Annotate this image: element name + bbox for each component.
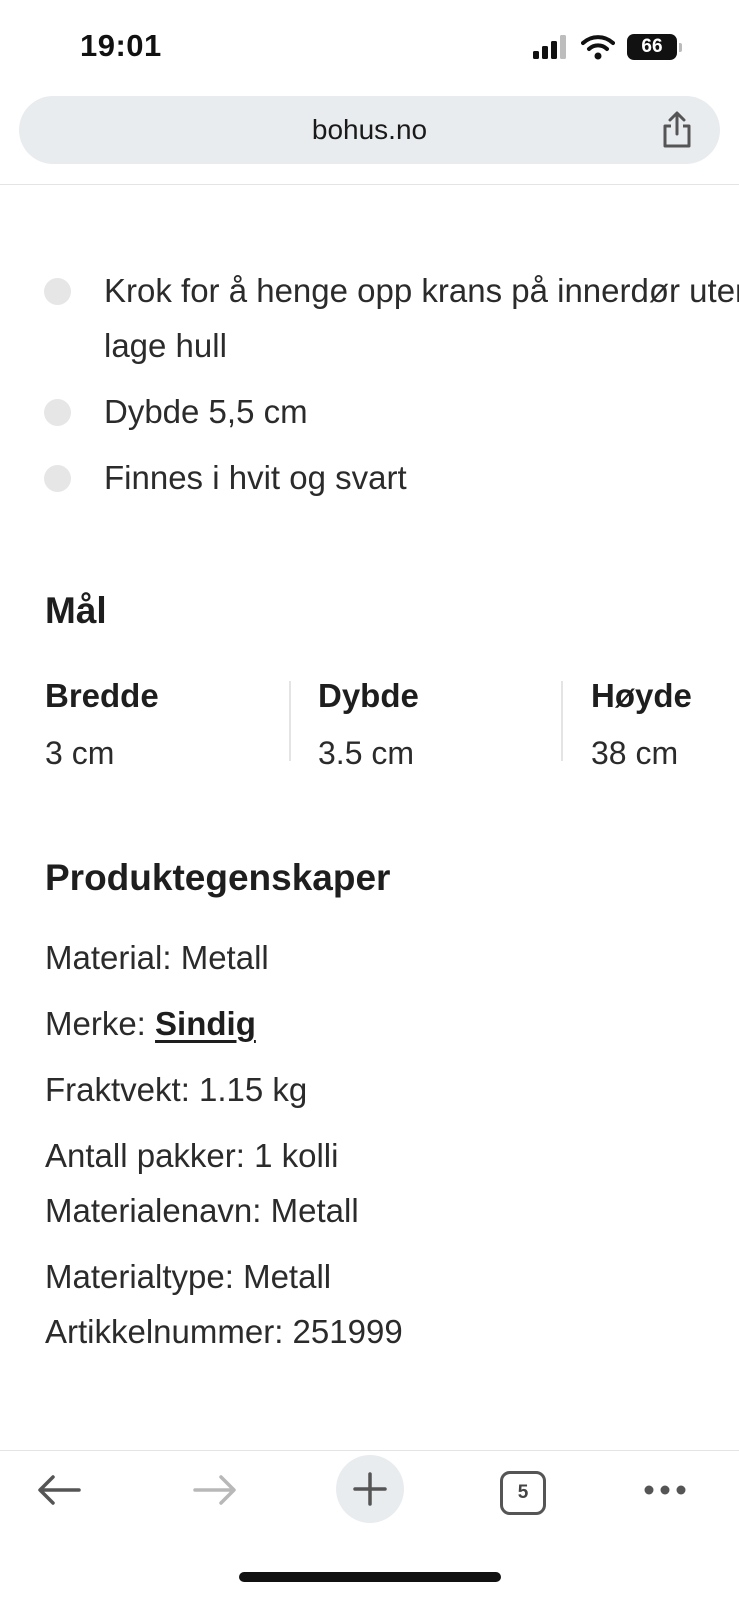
brand-label: Merke:	[45, 1005, 156, 1042]
property-material-name: Materialenavn: Metall	[45, 1192, 359, 1229]
bullet-dot-icon	[44, 278, 71, 305]
dimension-label: Høyde	[591, 677, 692, 714]
dimension-value: 38 cm	[591, 735, 679, 771]
dimension-divider	[289, 681, 291, 761]
dimension-depth: Dybde 3.5 cm	[318, 677, 419, 772]
plus-icon	[353, 1472, 387, 1506]
dimension-height: Høyde 38 cm	[591, 677, 692, 772]
url-text[interactable]: bohus.no	[19, 114, 720, 146]
list-item: Krok for å henge opp krans på innerdør u…	[44, 263, 739, 373]
properties-heading: Produktegenskaper	[45, 857, 391, 898]
dimension-label: Dybde	[318, 677, 419, 714]
feature-text: Dybde 5,5 cm	[104, 393, 308, 430]
status-time: 19:01	[80, 28, 162, 63]
property-article-number: Artikkelnummer: 251999	[45, 1313, 403, 1350]
status-bar: 19:01 66	[0, 0, 739, 95]
list-item: Dybde 5,5 cm	[44, 384, 739, 439]
address-bar[interactable]: bohus.no	[19, 96, 720, 164]
properties-list: Material: Metall Merke: Sindig Fraktvekt…	[45, 930, 725, 1359]
battery-icon: 66	[627, 34, 682, 60]
more-dots-icon	[644, 1485, 686, 1495]
home-indicator	[239, 1572, 501, 1582]
arrow-right-icon	[193, 1475, 236, 1505]
cellular-signal-icon	[533, 35, 566, 59]
bullet-dot-icon	[44, 465, 71, 492]
feature-list: Krok for å henge opp krans på innerdør u…	[44, 263, 739, 516]
dimension-width: Bredde 3 cm	[45, 677, 159, 772]
page-content[interactable]: Krok for å henge opp krans på innerdør u…	[0, 185, 739, 1450]
dimensions-row: Bredde 3 cm Dybde 3.5 cm Høyde 38 cm	[45, 677, 739, 771]
feature-text: Krok for å henge opp krans på innerdør u…	[104, 272, 739, 364]
dimension-label: Bredde	[45, 677, 159, 714]
property-material: Material: Metall	[45, 939, 269, 976]
bullet-dot-icon	[44, 399, 71, 426]
list-item: Finnes i hvit og svart	[44, 450, 739, 505]
dimension-value: 3 cm	[45, 735, 115, 771]
dimension-divider	[561, 681, 563, 761]
property-packages: Antall pakker: 1 kolli	[45, 1137, 339, 1174]
share-icon[interactable]	[658, 110, 696, 150]
property-shipping-weight: Fraktvekt: 1.15 kg	[45, 1071, 308, 1108]
back-button[interactable]	[34, 1465, 84, 1515]
property-material-type: Materialtype: Metall	[45, 1258, 332, 1295]
dimensions-heading: Mål	[45, 590, 107, 631]
forward-button[interactable]	[190, 1465, 240, 1515]
dimension-value: 3.5 cm	[318, 735, 415, 771]
more-button[interactable]	[640, 1465, 690, 1515]
arrow-left-icon	[38, 1475, 81, 1505]
brand-link[interactable]: Sindig	[155, 1005, 256, 1042]
feature-text: Finnes i hvit og svart	[104, 459, 407, 496]
property-brand: Merke: Sindig	[45, 996, 725, 1051]
new-tab-button[interactable]	[336, 1455, 404, 1523]
wifi-icon	[581, 35, 615, 60]
status-icons: 66	[533, 34, 682, 60]
tabs-button[interactable]: 5	[500, 1471, 546, 1515]
